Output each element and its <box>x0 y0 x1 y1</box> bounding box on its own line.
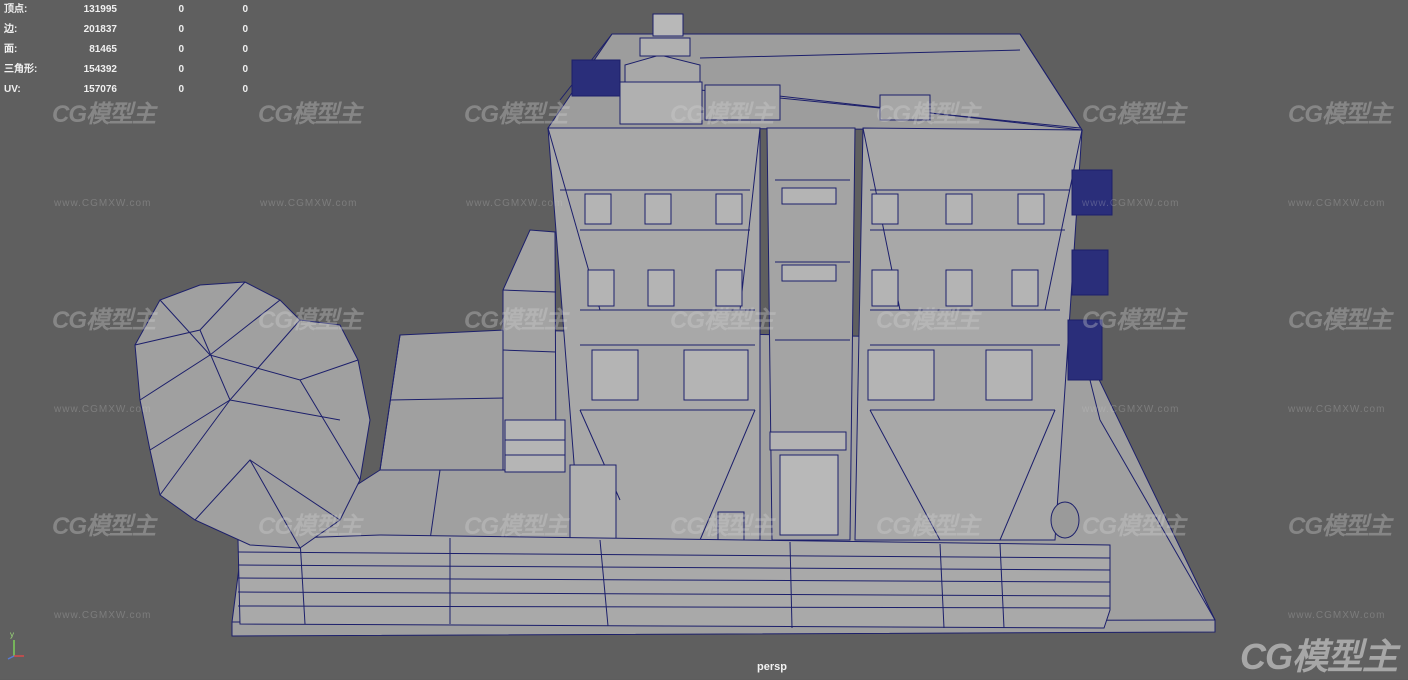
watermark-logo: CG模型主 <box>670 307 774 334</box>
watermark-logo-large: CG模型主 <box>1240 636 1398 677</box>
watermark-logo: CG模型主 <box>876 513 980 540</box>
hud-label: 面: <box>4 44 18 55</box>
watermark-url: www.CGMXW.com <box>1288 404 1386 415</box>
watermark-url: www.CGMXW.com <box>54 404 152 415</box>
hud-label: UV: <box>4 84 21 95</box>
hud-value: 0 <box>242 44 248 55</box>
hud-label: 顶点: <box>4 4 28 15</box>
hud-value: 0 <box>242 24 248 35</box>
hud-value: 81465 <box>89 44 117 55</box>
watermark-url: www.CGMXW.com <box>260 198 358 209</box>
hud-value: 157076 <box>83 84 117 95</box>
hud-row-faces: 面: 81465 0 0 <box>4 40 264 60</box>
watermark-logo: CG模型主 <box>52 513 156 540</box>
watermark-logo: CG模型主 <box>670 101 774 128</box>
watermark-logo: CG模型主 <box>52 307 156 334</box>
view-axis-gizmo: y <box>4 630 26 660</box>
watermark-logo: CG模型主 <box>258 307 362 334</box>
watermark-logo: CG模型主 <box>258 101 362 128</box>
hud-value: 0 <box>242 4 248 15</box>
watermark-logo: CG模型主 <box>1082 513 1186 540</box>
hud-value: 154392 <box>83 64 117 75</box>
watermark-logo: CG模型主 <box>1082 101 1186 128</box>
hud-row-edges: 边: 201837 0 0 <box>4 20 264 40</box>
watermark-url: www.CGMXW.com <box>1082 198 1180 209</box>
viewport-3d[interactable]: CG模型主 CG模型主 CG模型主 CG模型主 CG模型主 CG模型主 CG模型… <box>0 0 1408 679</box>
hud-value: 0 <box>178 84 184 95</box>
watermark-logo: CG模型主 <box>1288 307 1392 334</box>
watermark-url: www.CGMXW.com <box>1082 404 1180 415</box>
watermark-logo: CG模型主 <box>464 513 568 540</box>
hud-value: 0 <box>178 44 184 55</box>
watermark-logo: CG模型主 <box>670 513 774 540</box>
watermark-logo: CG模型主 <box>876 101 980 128</box>
watermark-url: www.CGMXW.com <box>1288 198 1386 209</box>
hud-value: 131995 <box>83 4 117 15</box>
watermark-url: www.CGMXW.com <box>1288 610 1386 621</box>
axis-y-label: y <box>10 630 14 639</box>
hud-value: 0 <box>178 4 184 15</box>
watermark-logo: CG模型主 <box>1288 513 1392 540</box>
watermark-logo: CG模型主 <box>464 101 568 128</box>
axis-arrows-icon <box>7 640 24 660</box>
watermark-logo: CG模型主 <box>1288 101 1392 128</box>
watermark-logo: CG模型主 <box>464 307 568 334</box>
watermark-logo: CG模型主 <box>876 307 980 334</box>
hud-value: 0 <box>178 24 184 35</box>
watermark-logo: CG模型主 <box>258 513 362 540</box>
hud-row-uv: UV: 157076 0 0 <box>4 80 264 100</box>
hud-value: 0 <box>178 64 184 75</box>
watermark-url: www.CGMXW.com <box>466 198 564 209</box>
hud-row-vertices: 顶点: 131995 0 0 <box>4 0 264 20</box>
poly-count-hud: 顶点: 131995 0 0 边: 201837 0 0 面: 81465 0 … <box>4 0 264 100</box>
hud-row-triangles: 三角形: 154392 0 0 <box>4 60 264 80</box>
watermark-url: www.CGMXW.com <box>54 198 152 209</box>
watermark-url: www.CGMXW.com <box>54 610 152 621</box>
hud-value: 0 <box>242 84 248 95</box>
hud-value: 201837 <box>83 24 117 35</box>
hud-value: 0 <box>242 64 248 75</box>
camera-name-label: persp <box>757 661 787 673</box>
watermark-logo: CG模型主 <box>1082 307 1186 334</box>
hud-label: 三角形: <box>4 64 38 75</box>
hud-label: 边: <box>4 24 18 35</box>
